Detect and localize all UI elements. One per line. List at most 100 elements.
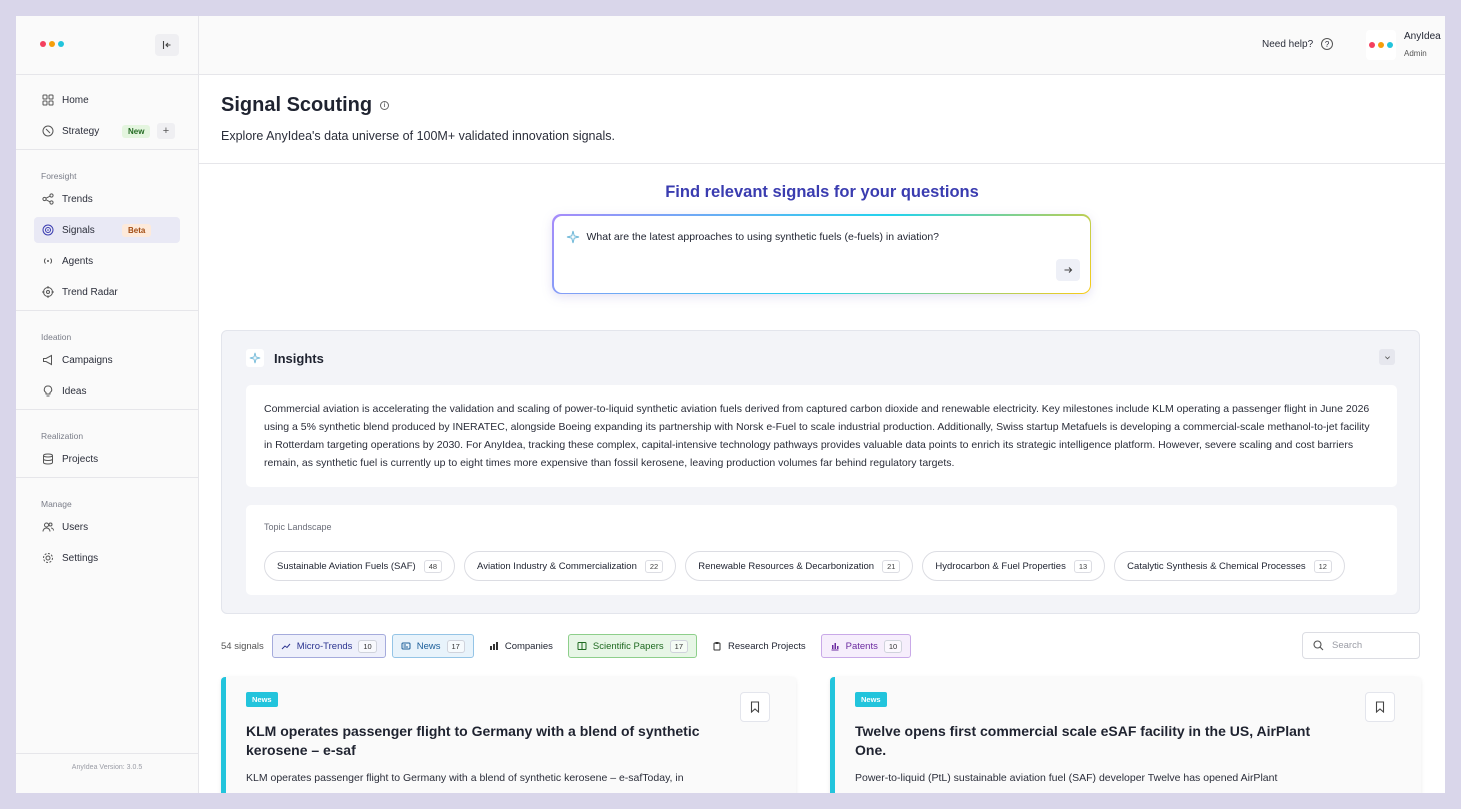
topic-chip-count: 12 [1313, 559, 1332, 573]
sidebar-item-trend-radar[interactable]: Trend Radar [34, 279, 180, 305]
avatar[interactable] [1366, 30, 1396, 60]
insights-panel: Insights Commercial aviation is accelera… [221, 330, 1420, 614]
topic-chip[interactable]: Renewable Resources & Decarbonization 21 [685, 551, 914, 581]
sidebar-item-ideas[interactable]: Ideas [34, 378, 180, 404]
add-strategy-button[interactable]: + [157, 123, 175, 139]
book-icon [577, 642, 587, 650]
bookmark-icon [1375, 701, 1385, 713]
avatar-dot-orange [1378, 42, 1384, 48]
question-icon: ? [1321, 38, 1334, 50]
sidebar-item-users[interactable]: Users [34, 514, 180, 540]
user-role: Admin [1404, 49, 1427, 58]
collapse-left-icon [162, 41, 171, 49]
collapse-insights-button[interactable] [1379, 349, 1395, 365]
signal-card-text: Power-to-liquid (PtL) sustainable aviati… [855, 772, 1278, 784]
topic-chip[interactable]: Catalytic Synthesis & Chemical Processes… [1114, 551, 1345, 581]
sidebar-item-label: Signals [62, 224, 95, 236]
app-window: Home Strategy New + Foresight Trends Sig… [16, 16, 1445, 793]
chart-line-icon [281, 643, 291, 650]
filter-patents[interactable]: Patents 10 [820, 634, 912, 658]
bookmark-button[interactable] [1365, 692, 1395, 722]
topic-chip-count: 22 [644, 559, 664, 573]
broadcast-icon [41, 254, 55, 268]
help-link[interactable]: Need help? ? [1262, 38, 1334, 50]
sparkle-icon [566, 230, 579, 243]
signal-search-input[interactable] [1332, 640, 1412, 651]
chevron-down-icon [1384, 355, 1390, 359]
sidebar-item-label: Projects [62, 453, 99, 465]
filter-label: Patents [845, 640, 878, 652]
sidebar-item-label: Home [62, 94, 89, 106]
gear-icon [41, 551, 55, 565]
topic-chip-label: Hydrocarbon & Fuel Properties [935, 560, 1066, 572]
signal-card-title[interactable]: Twelve opens first commercial scale eSAF… [855, 722, 1335, 760]
avatar-dot-cyan [1387, 42, 1393, 48]
topic-chip-count: 48 [423, 559, 443, 573]
signal-search[interactable] [1302, 632, 1420, 659]
nav-group-realization: Realization Projects [16, 410, 198, 478]
filter-count: 10 [883, 639, 903, 653]
sidebar-item-projects[interactable]: Projects [34, 446, 180, 472]
topic-landscape: Topic Landscape Sustainable Aviation Fue… [246, 505, 1397, 595]
sidebar-item-label: Users [62, 521, 89, 533]
filter-scientific-papers[interactable]: Scientific Papers 17 [567, 634, 698, 658]
topic-chip[interactable]: Sustainable Aviation Fuels (SAF) 48 [264, 551, 456, 581]
filter-label: News [416, 640, 441, 652]
topic-chip-label: Renewable Resources & Decarbonization [698, 560, 875, 572]
sidebar-item-label: Strategy [62, 125, 100, 137]
sidebar-header [16, 16, 198, 75]
sidebar-item-strategy[interactable]: Strategy New + [34, 118, 180, 144]
topic-chip[interactable]: Aviation Industry & Commercialization 22 [464, 551, 677, 581]
divider [199, 163, 1445, 164]
signal-type-badge: News [855, 692, 887, 707]
filter-news[interactable]: News 17 [391, 634, 474, 658]
collapse-sidebar-button[interactable] [155, 34, 179, 56]
submit-question-button[interactable] [1055, 258, 1080, 281]
app-version: AnyIdea Version: 3.0.5 [16, 753, 198, 783]
topic-chip[interactable]: Hydrocarbon & Fuel Properties 13 [922, 551, 1106, 581]
user-name: AnyIdea [1404, 31, 1441, 42]
filter-research-projects[interactable]: Research Projects [703, 634, 815, 658]
filter-companies[interactable]: Companies [480, 634, 562, 658]
filter-micro-trends[interactable]: Micro-Trends 10 [271, 634, 386, 658]
page-title-text: Signal Scouting [221, 94, 373, 116]
group-label-manage: Manage [41, 499, 72, 509]
patent-chart-icon [831, 643, 839, 651]
question-input-value[interactable]: What are the latest approaches to using … [587, 231, 940, 243]
sidebar: Home Strategy New + Foresight Trends Sig… [16, 16, 199, 793]
insights-title: Insights [274, 350, 324, 366]
anyidea-logo[interactable] [40, 41, 64, 47]
sidebar-item-label: Campaigns [62, 354, 113, 366]
topic-chip-label: Catalytic Synthesis & Chemical Processes [1127, 560, 1306, 572]
page-header: Signal Scouting i Explore AnyIdea's data… [221, 94, 615, 143]
info-icon[interactable]: i [380, 101, 390, 110]
sidebar-item-label: Trends [62, 193, 93, 205]
target-icon [41, 285, 55, 299]
nav-group-main: Home Strategy New + [16, 75, 198, 150]
question-search-inner[interactable]: What are the latest approaches to using … [553, 215, 1090, 293]
grid-icon [41, 93, 55, 107]
sparkle-icon [246, 349, 264, 367]
signal-card[interactable]: News KLM operates passenger flight to Ge… [221, 677, 796, 793]
bookmark-button[interactable] [740, 692, 770, 722]
group-label-ideation: Ideation [41, 332, 72, 342]
page-subtitle: Explore AnyIdea's data universe of 100M+… [221, 129, 615, 143]
bookmark-icon [750, 701, 760, 713]
sidebar-item-campaigns[interactable]: Campaigns [34, 347, 180, 373]
new-badge: New [122, 124, 151, 138]
sidebar-item-agents[interactable]: Agents [34, 248, 180, 274]
sidebar-item-home[interactable]: Home [34, 87, 180, 113]
sidebar-item-settings[interactable]: Settings [34, 545, 180, 571]
sidebar-item-signals[interactable]: Signals Beta [34, 217, 180, 243]
page-title: Signal Scouting i [221, 94, 615, 117]
topic-landscape-label: Topic Landscape [264, 522, 332, 532]
beta-badge: Beta [122, 223, 152, 237]
signal-card[interactable]: News Twelve opens first commercial scale… [830, 677, 1421, 793]
database-icon [41, 452, 55, 466]
topic-chip-label: Sustainable Aviation Fuels (SAF) [277, 560, 416, 572]
signal-card-title[interactable]: KLM operates passenger flight to Germany… [246, 722, 726, 760]
question-search-box[interactable]: What are the latest approaches to using … [552, 214, 1091, 294]
sidebar-item-trends[interactable]: Trends [34, 186, 180, 212]
filter-label: Micro-Trends [296, 640, 353, 652]
topic-chip-count: 13 [1073, 559, 1093, 573]
